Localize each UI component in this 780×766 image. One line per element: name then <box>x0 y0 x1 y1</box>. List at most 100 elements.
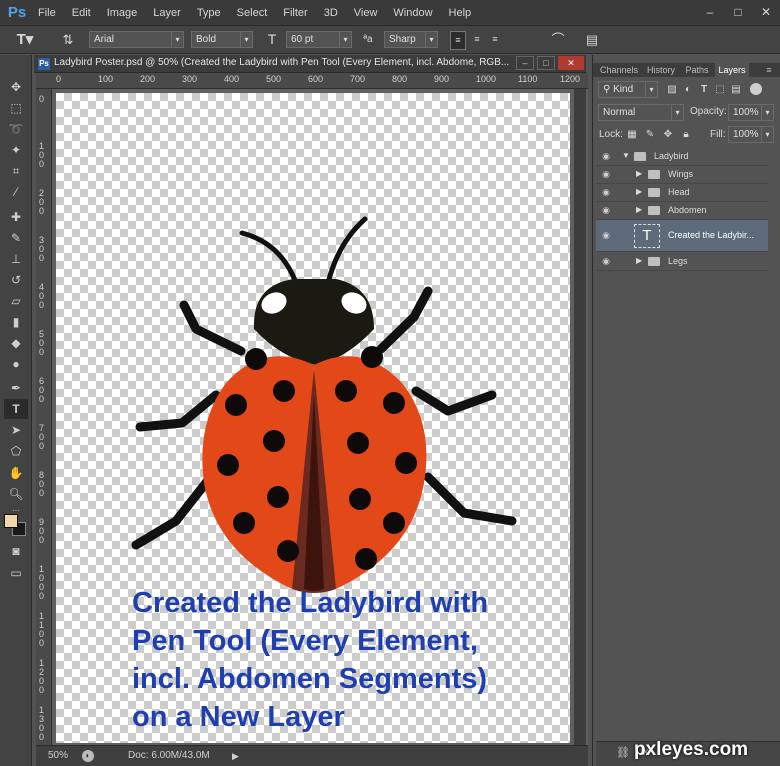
filter-shape-icon[interactable]: ⬚ <box>714 81 726 98</box>
magic-wand-tool-icon[interactable]: ✦ <box>4 140 28 160</box>
dodge-tool-icon[interactable]: ● <box>4 354 28 374</box>
menu-view[interactable]: View <box>346 0 386 26</box>
menu-edit[interactable]: Edit <box>64 0 99 26</box>
font-size-select[interactable]: 60 pt ▾ <box>286 31 352 48</box>
doc-minimize-button[interactable]: – <box>516 56 534 70</box>
layer-row[interactable]: ◉ ▶ Abdomen <box>596 202 768 220</box>
move-tool-icon[interactable]: ✥ <box>4 77 28 97</box>
hand-tool-icon[interactable]: ✋ <box>4 463 28 483</box>
ruler-tick-label: 300 <box>182 74 198 84</box>
menu-3d[interactable]: 3D <box>316 0 346 26</box>
chevron-right-icon[interactable]: ▶ <box>636 187 642 196</box>
warp-text-icon[interactable]: ⌒ <box>549 31 567 48</box>
marquee-tool-icon[interactable]: ⬚ <box>4 98 28 118</box>
menu-help[interactable]: Help <box>441 0 480 26</box>
blur-tool-icon[interactable]: ◆ <box>4 333 28 353</box>
layer-row[interactable]: ◉ ▶ Legs <box>596 253 768 271</box>
eye-icon[interactable]: ◉ <box>600 168 612 180</box>
clone-stamp-tool-icon[interactable]: ⊥ <box>4 249 28 269</box>
type-tool-icon[interactable]: T <box>4 399 28 419</box>
maximize-button[interactable]: □ <box>724 0 752 24</box>
history-brush-tool-icon[interactable]: ↺ <box>4 270 28 290</box>
filter-smart-object-icon[interactable]: ▤ <box>730 81 742 98</box>
path-selection-tool-icon[interactable]: ➤ <box>4 420 28 440</box>
link-layers-icon[interactable]: ⛓ <box>616 746 630 759</box>
lock-all-icon[interactable]: 🔒︎ <box>680 126 692 143</box>
align-left-icon[interactable]: ≡ <box>450 31 466 50</box>
layer-row[interactable]: ◉ ▶ Head <box>596 184 768 202</box>
fill-input[interactable]: 100% ▾ <box>728 126 774 143</box>
menu-window[interactable]: Window <box>385 0 440 26</box>
chevron-down-icon: ▾ <box>425 32 437 47</box>
doc-restore-button[interactable]: □ <box>537 56 555 70</box>
filter-adjustment-icon[interactable]: ◐ <box>682 81 694 98</box>
lock-image-icon[interactable]: ✎ <box>644 126 656 143</box>
lasso-tool-icon[interactable]: ➰ <box>4 119 28 139</box>
character-panel-icon[interactable]: ▤ <box>583 31 601 48</box>
vertical-scrollbar[interactable] <box>574 89 586 745</box>
document-size[interactable]: Doc: 6.00M/43.0M <box>128 746 210 766</box>
layer-row[interactable]: ◉ ▼ Ladybird <box>596 148 768 166</box>
document-canvas[interactable]: Created the Ladybird with Pen Tool (Ever… <box>56 93 570 743</box>
eraser-tool-icon[interactable]: ▱ <box>4 291 28 311</box>
lock-transparent-icon[interactable]: ▦ <box>626 126 638 143</box>
toggle-orientation-icon[interactable]: ⇅ <box>58 31 78 48</box>
tab-history[interactable]: History <box>643 63 679 77</box>
blend-mode-select[interactable]: Normal ▾ <box>598 104 684 121</box>
opacity-input[interactable]: 100% ▾ <box>728 104 774 121</box>
proof-icon[interactable]: ◐ <box>82 750 94 762</box>
chevron-down-icon: ▾ <box>171 32 183 47</box>
screen-mode-icon[interactable]: ▭ <box>4 563 28 583</box>
quick-mask-icon[interactable]: ◙ <box>4 541 28 561</box>
font-style-select[interactable]: Bold ▾ <box>191 31 253 48</box>
zoom-level[interactable]: 50% <box>48 746 68 766</box>
menu-type[interactable]: Type <box>189 0 229 26</box>
chevron-right-icon[interactable]: ▶ <box>636 169 642 178</box>
shape-tool-icon[interactable]: ⬠ <box>4 441 28 461</box>
layer-row-selected[interactable]: ◉ T Created the Ladybir... <box>596 220 768 252</box>
ruler-tick-label: 100 <box>39 141 45 169</box>
menu-filter[interactable]: Filter <box>275 0 315 26</box>
eye-icon[interactable]: ◉ <box>600 204 612 216</box>
tab-channels[interactable]: Channels <box>597 63 641 77</box>
menu-image[interactable]: Image <box>99 0 146 26</box>
doc-close-button[interactable]: ✕ <box>558 56 584 70</box>
chevron-right-icon[interactable]: ▶ <box>636 205 642 214</box>
eye-icon[interactable]: ◉ <box>600 150 612 162</box>
healing-brush-tool-icon[interactable]: ✚ <box>4 207 28 227</box>
panel-menu-icon[interactable]: ≡ <box>761 63 777 77</box>
eye-icon[interactable]: ◉ <box>600 186 612 198</box>
lock-position-icon[interactable]: ✥ <box>662 126 674 143</box>
eye-icon[interactable]: ◉ <box>600 255 612 267</box>
type-tool-preset-icon[interactable]: T▾ <box>14 31 36 48</box>
filter-type-icon[interactable]: T <box>698 81 710 98</box>
font-family-select[interactable]: Arial ▾ <box>89 31 184 48</box>
filter-kind-select[interactable]: ⚲ Kind ▾ <box>598 81 658 98</box>
canvas-area[interactable]: Created the Ladybird with Pen Tool (Ever… <box>52 89 588 745</box>
tab-layers[interactable]: Layers <box>715 63 749 77</box>
chevron-down-icon[interactable]: ▼ <box>622 151 630 160</box>
close-button[interactable]: ✕ <box>752 0 780 24</box>
pen-tool-icon[interactable]: ✒ <box>4 378 28 398</box>
align-right-icon[interactable]: ≡ <box>487 31 503 48</box>
minimize-button[interactable]: – <box>696 0 724 24</box>
antialias-select[interactable]: Sharp ▾ <box>384 31 438 48</box>
align-center-icon[interactable]: ≡ <box>469 31 485 48</box>
menu-select[interactable]: Select <box>229 0 276 26</box>
gradient-tool-icon[interactable]: ▮ <box>4 312 28 332</box>
filter-pixel-icon[interactable]: ▨ <box>666 81 678 98</box>
status-menu-arrow-icon[interactable]: ▶ <box>232 746 239 766</box>
chevron-right-icon[interactable]: ▶ <box>636 256 642 265</box>
eyedropper-tool-icon[interactable]: ⁄ <box>4 182 28 202</box>
foreground-color-swatch[interactable] <box>4 514 18 528</box>
eye-icon[interactable]: ◉ <box>600 229 612 241</box>
document-tab[interactable]: Ps Ladybird Poster.psd @ 50% (Created th… <box>34 55 586 73</box>
menu-file[interactable]: File <box>30 0 64 26</box>
menu-layer[interactable]: Layer <box>145 0 189 26</box>
crop-tool-icon[interactable]: ⌗ <box>4 161 28 181</box>
brush-tool-icon[interactable]: ✎ <box>4 228 28 248</box>
tab-paths[interactable]: Paths <box>681 63 713 77</box>
filter-toggle-icon[interactable] <box>750 83 762 95</box>
poster-text-layer[interactable]: Created the Ladybird with Pen Tool (Ever… <box>132 584 572 736</box>
layer-row[interactable]: ◉ ▶ Wings <box>596 166 768 184</box>
